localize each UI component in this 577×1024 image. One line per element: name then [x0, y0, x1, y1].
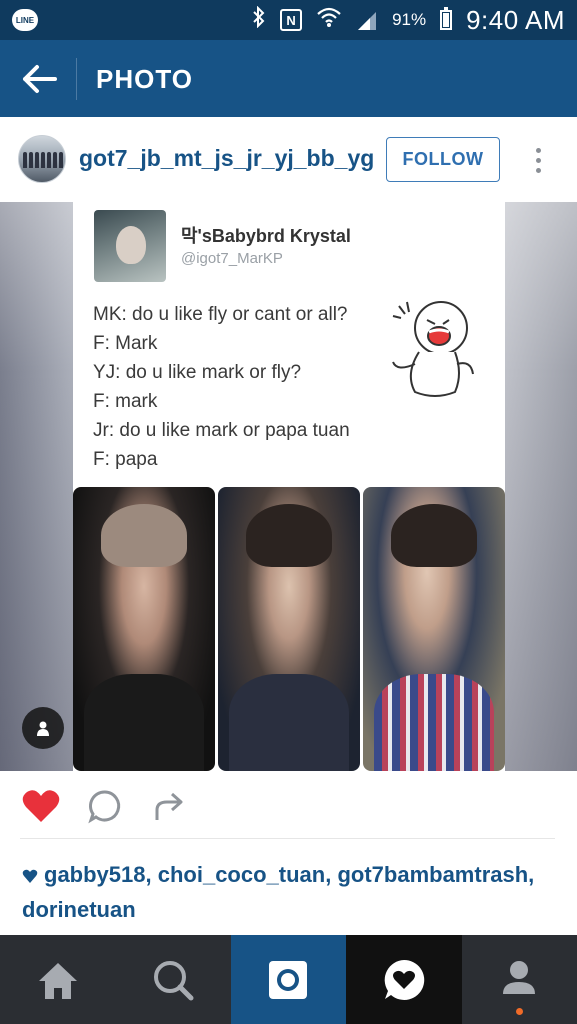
nav-tab-camera[interactable]: [230, 935, 347, 1024]
share-icon: [155, 792, 183, 820]
line-icon: LINE: [12, 9, 38, 31]
notification-dot: [515, 1008, 523, 1015]
wifi-icon: [316, 6, 342, 34]
post-photo[interactable]: 막'sBabybrd Krystal @igot7_MarKP MK: do u…: [0, 202, 577, 771]
nav-tab-search[interactable]: [115, 935, 230, 1024]
nav-tab-home[interactable]: [0, 935, 115, 1024]
bottom-nav: [0, 935, 577, 1024]
more-vertical-icon[interactable]: [524, 139, 552, 181]
person-icon: [37, 721, 49, 736]
like-button[interactable]: [20, 785, 62, 827]
heart-filled-icon: [22, 790, 60, 822]
back-button[interactable]: [14, 54, 64, 104]
comment-icon: [88, 790, 121, 824]
follow-button[interactable]: FOLLOW: [386, 137, 500, 182]
tagged-people-button[interactable]: [22, 707, 64, 749]
avatar[interactable]: [18, 135, 66, 183]
nav-tab-activity[interactable]: [346, 935, 462, 1024]
activity-heart-icon: [384, 959, 425, 1000]
post-actions: [0, 771, 577, 841]
app-bar-divider: [76, 58, 77, 100]
tweet-line: MK: do u like fly or cant or all?: [93, 304, 348, 325]
tweet-display-name: 막'sBabybrd Krystal: [181, 226, 351, 246]
liker-username[interactable]: gabby518: [44, 862, 146, 887]
app-bar: PHOTO: [0, 40, 577, 117]
tweet-line: F: Mark: [93, 333, 158, 354]
actions-divider: [20, 838, 555, 839]
profile-icon: [503, 960, 536, 994]
tweet-text: MK: do u like fly or cant or all? F: Mar…: [93, 300, 393, 474]
small-heart-icon: [22, 869, 38, 884]
likes-section: gabby518, choi_coco_tuan, got7bambamtras…: [0, 845, 577, 935]
signal-icon: [356, 10, 378, 30]
nfc-icon: N: [280, 9, 303, 31]
laughing-sticker-icon: [392, 301, 474, 397]
bluetooth-icon: [252, 5, 266, 34]
comment-button[interactable]: [84, 785, 126, 827]
search-icon: [154, 960, 194, 1000]
tweet-line: F: mark: [93, 391, 158, 412]
tweet-handle: @igot7_MarKP: [181, 250, 283, 267]
tweet-photo: [73, 487, 215, 771]
page-title: PHOTO: [96, 64, 193, 94]
liker-username[interactable]: dorinetuan: [22, 897, 136, 922]
battery-percent: 91%: [392, 10, 427, 29]
tweet-photo: [363, 487, 505, 771]
tweet-photo-grid: [73, 487, 505, 771]
tweet-line: F: papa: [93, 449, 158, 470]
tweet-photo: [218, 487, 360, 771]
back-arrow-icon: [23, 65, 57, 93]
post-header: got7_jb_mt_js_jr_yj_bb_yg FOLLOW: [0, 117, 577, 202]
nav-tab-profile[interactable]: [462, 935, 577, 1024]
tweet-screenshot: 막'sBabybrd Krystal @igot7_MarKP MK: do u…: [73, 202, 505, 771]
liker-username[interactable]: choi_coco_tuan: [158, 862, 325, 887]
tweet-avatar: [94, 210, 166, 282]
camera-icon: [269, 960, 308, 999]
status-time: 9:40 AM: [466, 4, 565, 35]
tweet-line: Jr: do u like mark or papa tuan: [93, 420, 350, 441]
likes-list: gabby518, choi_coco_tuan, got7bambamtras…: [22, 862, 535, 922]
home-icon: [38, 962, 77, 999]
liker-username[interactable]: got7bambamtrash: [337, 862, 528, 887]
tweet-line: YJ: do u like mark or fly?: [93, 362, 302, 383]
post-username[interactable]: got7_jb_mt_js_jr_yj_bb_yg: [79, 145, 374, 172]
battery-icon: [440, 7, 453, 30]
status-bar: LINE N 91% 9:40 AM: [0, 0, 577, 40]
share-button[interactable]: [148, 785, 190, 827]
